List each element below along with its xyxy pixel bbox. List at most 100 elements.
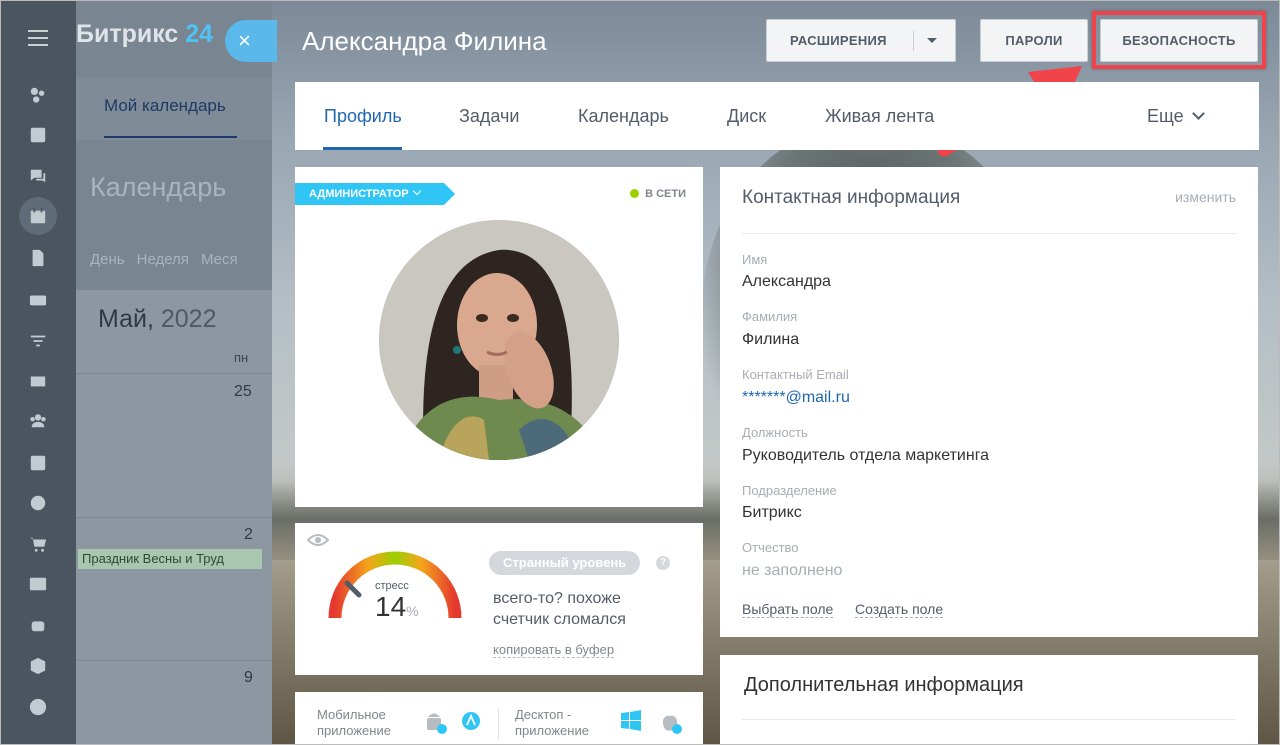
field-label-department: Подразделение bbox=[742, 483, 837, 498]
profile-slider: Александра Филина РАСШИРЕНИЯ ПАРОЛИ БЕЗО… bbox=[272, 0, 1280, 745]
box-icon[interactable] bbox=[27, 655, 49, 677]
calendar-icon[interactable] bbox=[19, 197, 57, 235]
close-slider-button[interactable]: × bbox=[225, 20, 277, 62]
field-value-last-name: Филина bbox=[742, 331, 800, 348]
filter-icon[interactable] bbox=[27, 330, 49, 352]
calendar-day[interactable]: 2 bbox=[244, 526, 253, 544]
copy-to-clipboard-link[interactable]: копировать в буфер bbox=[493, 642, 615, 658]
grid-line bbox=[76, 373, 276, 374]
view-day[interactable]: День bbox=[90, 251, 125, 268]
mail-icon[interactable] bbox=[27, 370, 49, 392]
field-label-patronymic: Отчество bbox=[742, 540, 799, 555]
avatar-photo bbox=[379, 220, 619, 460]
chevron-down-icon bbox=[1191, 107, 1205, 120]
create-field-link[interactable]: Создать поле bbox=[855, 601, 944, 618]
field-value-department: Битрикс bbox=[742, 504, 802, 521]
help-icon[interactable]: ? bbox=[656, 556, 670, 570]
windows-icon[interactable] bbox=[620, 710, 642, 732]
profile-tabs: Профиль Задачи Календарь Диск Живая лент… bbox=[295, 82, 1259, 150]
day-of-week: пн bbox=[234, 350, 249, 365]
left-menu-bar bbox=[0, 0, 76, 745]
field-label-last-name: Фамилия bbox=[742, 309, 798, 324]
tab-disk[interactable]: Диск bbox=[727, 106, 766, 127]
passwords-button[interactable]: ПАРОЛИ bbox=[980, 19, 1088, 62]
contact-info-card: Контактная информация изменить Имя Алекс… bbox=[720, 167, 1258, 637]
button-separator bbox=[913, 31, 914, 51]
mobile-app-label: Мобильное приложение bbox=[317, 707, 391, 738]
contact-card-icon[interactable] bbox=[27, 573, 49, 595]
additional-info-title: Дополнительная информация bbox=[744, 674, 1024, 696]
extensions-button[interactable]: РАСШИРЕНИЯ bbox=[766, 19, 956, 62]
tab-more[interactable]: Еще bbox=[1147, 106, 1205, 127]
desktop-app-label: Десктоп - приложение bbox=[515, 707, 589, 738]
dropdown-caret-icon[interactable] bbox=[927, 38, 937, 43]
divider bbox=[742, 719, 1236, 720]
field-value-patronymic: не заполнено bbox=[742, 562, 843, 579]
grid-line bbox=[76, 517, 276, 518]
person-name: Александра Филина bbox=[302, 26, 547, 56]
role-badge[interactable]: АДМИНИСТРАТОР bbox=[295, 183, 455, 205]
edit-contact-link[interactable]: изменить bbox=[1175, 189, 1236, 205]
target-icon[interactable] bbox=[27, 492, 49, 514]
calendar-event[interactable]: Праздник Весны и Труд bbox=[78, 549, 262, 569]
robot-icon[interactable] bbox=[27, 614, 49, 636]
menu-toggle-icon[interactable] bbox=[28, 30, 48, 51]
android-icon[interactable] bbox=[423, 710, 449, 736]
divider bbox=[742, 233, 1236, 234]
chevron-down-icon bbox=[412, 186, 421, 196]
view-week[interactable]: Неделя bbox=[137, 251, 189, 268]
field-value-email[interactable]: *******@mail.ru bbox=[742, 389, 850, 407]
docs-icon[interactable] bbox=[27, 247, 49, 269]
background-calendar-page: Битрикс 24 Мой календарь Календарь День Н… bbox=[76, 0, 276, 745]
highlight-box bbox=[1092, 11, 1266, 69]
profile-photo-card: АДМИНИСТРАТОР В СЕТИ bbox=[295, 167, 703, 507]
tab-live-feed[interactable]: Живая лента bbox=[825, 106, 934, 127]
tab-tasks[interactable]: Задачи bbox=[459, 106, 519, 127]
calendar-month: Май, 2022 bbox=[98, 305, 217, 333]
close-icon: × bbox=[238, 28, 251, 53]
employees-icon[interactable] bbox=[27, 410, 49, 432]
field-value-position: Руководитель отдела маркетинга bbox=[742, 447, 990, 464]
app-store-icon[interactable] bbox=[460, 710, 486, 736]
avatar[interactable] bbox=[379, 220, 619, 460]
apple-icon[interactable] bbox=[658, 710, 684, 736]
tab-underline bbox=[104, 136, 237, 138]
more-down-icon[interactable] bbox=[27, 696, 49, 718]
tab-calendar[interactable]: Календарь bbox=[578, 106, 669, 127]
tab-my-calendar[interactable]: Мой календарь bbox=[104, 96, 226, 116]
apps-card: Мобильное приложение Десктоп - приложени… bbox=[295, 692, 703, 745]
stress-value: 14% bbox=[375, 591, 419, 622]
calendar-day[interactable]: 25 bbox=[234, 383, 252, 401]
bitrix24-logo: Битрикс 24 bbox=[76, 20, 214, 48]
tab-more-label: Еще bbox=[1147, 106, 1184, 126]
divider bbox=[498, 708, 499, 740]
extensions-label: РАСШИРЕНИЯ bbox=[790, 33, 887, 48]
stress-comment: всего-то? похоже счетчик сломался bbox=[493, 590, 626, 628]
view-month[interactable]: Меся bbox=[201, 251, 238, 268]
active-tab-underline bbox=[323, 147, 402, 150]
grid-line bbox=[76, 660, 276, 661]
field-label-first-name: Имя bbox=[742, 252, 768, 267]
field-value-first-name: Александра bbox=[742, 273, 831, 290]
shop-cart-icon[interactable] bbox=[27, 533, 49, 555]
contact-info-title: Контактная информация bbox=[742, 187, 961, 208]
tab-profile[interactable]: Профиль bbox=[324, 106, 402, 127]
online-dot-icon bbox=[630, 189, 640, 198]
calendar-title: Календарь bbox=[90, 172, 227, 202]
feed-icon[interactable] bbox=[27, 84, 49, 106]
chat-icon[interactable] bbox=[27, 165, 49, 187]
field-label-position: Должность bbox=[742, 425, 808, 440]
field-label-email: Контактный Email bbox=[742, 367, 849, 382]
calendar-day[interactable]: 9 bbox=[244, 669, 253, 687]
drive-icon[interactable] bbox=[27, 289, 49, 311]
status-label: В СЕТИ bbox=[645, 188, 686, 200]
additional-info-card: Дополнительная информация bbox=[720, 655, 1258, 745]
tasks-icon[interactable] bbox=[27, 124, 49, 146]
checklist-icon[interactable] bbox=[27, 452, 49, 474]
choose-field-link[interactable]: Выбрать поле bbox=[742, 601, 834, 618]
calendar-view-switch: День Неделя Меся bbox=[90, 251, 250, 268]
online-status: В СЕТИ bbox=[630, 188, 686, 200]
role-badge-label: АДМИНИСТРАТОР bbox=[309, 188, 409, 200]
stress-level-badge: Странный уровень bbox=[489, 551, 641, 575]
stress-card: стресс 14% Странный уровень ? всего-то? … bbox=[295, 523, 703, 675]
